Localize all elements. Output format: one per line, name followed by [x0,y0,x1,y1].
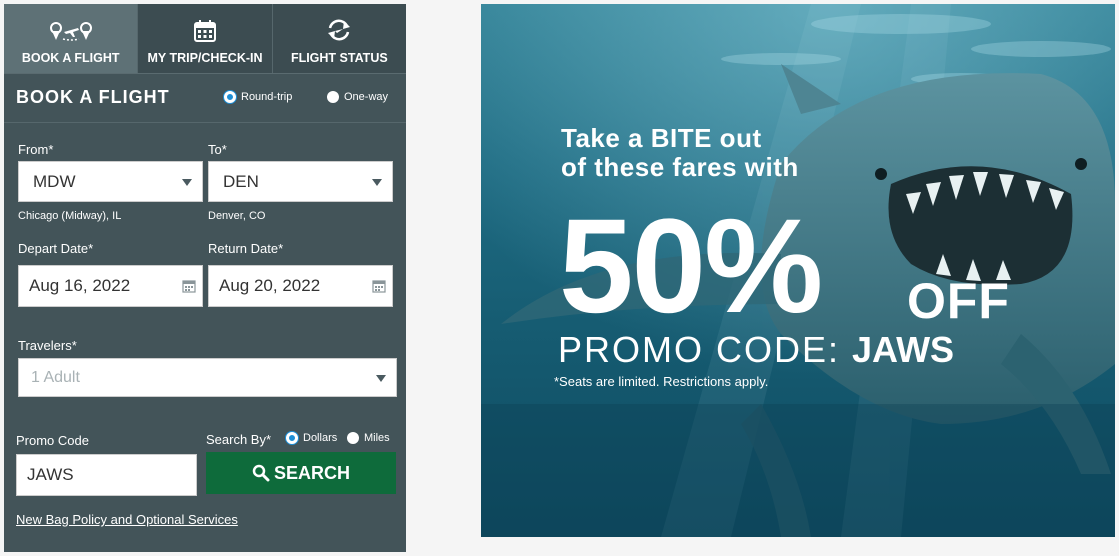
calendar-icon [193,20,216,42]
radio-label: Round-trip [241,91,293,103]
refresh-icon [328,19,351,41]
promo-code-value: JAWS [27,465,74,484]
to-select[interactable]: DEN [208,161,393,202]
promo-disclaimer: *Seats are limited. Restrictions apply. [554,374,769,389]
tab-flight-status[interactable]: FLIGHT STATUS [271,4,406,73]
promo-code-input[interactable]: JAWS [16,454,197,496]
promo-line-2: of these fares with [561,152,799,182]
chevron-down-icon [182,178,192,186]
radio-selected-icon [286,432,298,444]
booking-tabs: BOOK A FLIGHT MY TRIP/CHECK-IN FLIGHT ST… [4,4,406,74]
promo-off: OFF [907,273,1010,329]
to-value: DEN [223,171,259,191]
promo-code-prefix: PROMO CODE: [558,329,853,370]
radio-unselected-icon [347,432,359,444]
to-city: Denver, CO [208,210,266,222]
plane-pin-icon [49,22,92,41]
from-label: From* [18,142,54,157]
search-button-label: SEARCH [273,462,350,483]
promo-code-label: Promo Code [16,433,89,448]
return-date-input[interactable]: Aug 20, 2022 [208,265,393,307]
radio-label: Dollars [303,432,338,444]
radio-label: Miles [364,432,390,444]
promo-code-value: JAWS [852,329,955,370]
travelers-label: Travelers* [18,338,77,353]
depart-date-value: Aug 16, 2022 [29,276,131,295]
radio-unselected-icon [327,91,339,103]
booking-header: BOOK A FLIGHT Round-trip One-way [4,74,406,123]
radio-label: One-way [344,91,389,103]
travelers-select[interactable]: 1 Adult [18,358,397,397]
promo-banner[interactable]: Take a BITE out of these fares with 50% … [481,4,1115,537]
depart-date-input[interactable]: Aug 16, 2022 [18,265,203,307]
tab-my-trip-check-in[interactable]: MY TRIP/CHECK-IN [137,4,272,73]
one-way-radio[interactable]: One-way [327,91,388,103]
calendar-icon [182,280,196,293]
tab-label: FLIGHT STATUS [290,51,388,65]
promo-line-1: Take a BITE out [561,123,762,153]
search-icon [252,464,270,482]
bag-policy-link[interactable]: New Bag Policy and Optional Services [16,512,238,527]
tab-book-a-flight[interactable]: BOOK A FLIGHT [4,4,138,73]
promo-percent: 50% [559,192,823,341]
promo-tagline: Take a BITE out of these fares with [561,124,799,182]
travelers-placeholder: 1 Adult [31,368,80,386]
round-trip-radio[interactable]: Round-trip [224,91,292,103]
tab-label: MY TRIP/CHECK-IN [147,51,263,65]
return-date-value: Aug 20, 2022 [219,276,321,295]
to-label: To* [208,142,227,157]
search-by-label: Search By* [206,432,272,447]
dollars-radio[interactable]: Dollars [286,432,337,444]
chevron-down-icon [376,374,386,382]
depart-date-label: Depart Date* [18,241,94,256]
return-date-label: Return Date* [208,241,284,256]
promo-code-line: PROMO CODE: JAWS [558,329,954,371]
calendar-icon [372,280,386,293]
booking-widget: BOOK A FLIGHT MY TRIP/CHECK-IN FLIGHT ST… [4,4,406,552]
booking-title: BOOK A FLIGHT [16,87,170,107]
chevron-down-icon [372,178,382,186]
from-select[interactable]: MDW [18,161,203,202]
miles-radio[interactable]: Miles [347,432,390,444]
from-city: Chicago (Midway), IL [18,210,122,222]
search-button[interactable]: SEARCH [206,452,396,494]
tab-label: BOOK A FLIGHT [21,51,120,65]
from-value: MDW [33,171,76,191]
radio-selected-icon [224,91,236,103]
